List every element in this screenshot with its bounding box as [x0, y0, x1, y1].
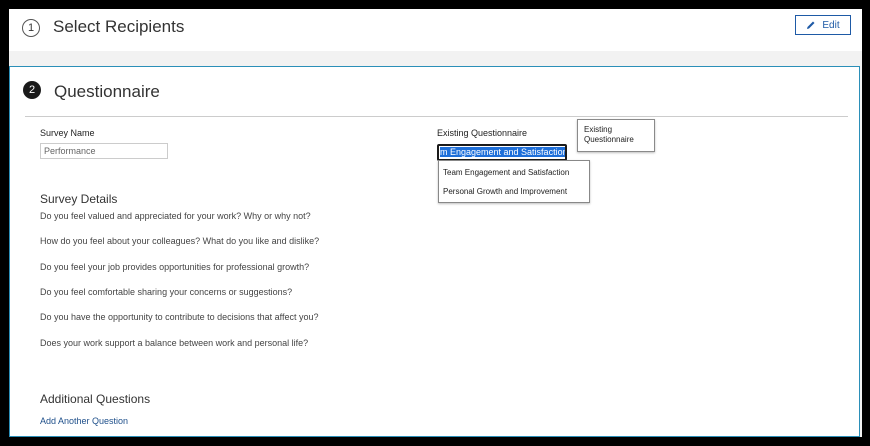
question-1: Do you feel valued and appreciated for y…	[40, 211, 311, 221]
add-another-question-link[interactable]: Add Another Question	[40, 416, 128, 426]
dropdown-option-team[interactable]: Team Engagement and Satisfaction	[443, 168, 569, 177]
edit-button-label: Edit	[822, 19, 840, 31]
tooltip-line-1: Existing	[584, 125, 613, 134]
dropdown-option-personal[interactable]: Personal Growth and Improvement	[443, 187, 567, 196]
additional-questions-title: Additional Questions	[40, 392, 151, 406]
survey-name-input[interactable]	[40, 143, 168, 159]
question-2: How do you feel about your colleagues? W…	[40, 236, 320, 246]
step-questionnaire: 2 Questionnaire Survey Name Existing Que…	[9, 66, 860, 437]
question-3: Do you feel your job provides opportunit…	[40, 262, 310, 272]
step-title-questionnaire: Questionnaire	[54, 82, 160, 101]
tooltip-line-2: Questionnaire	[584, 135, 634, 144]
divider	[25, 116, 848, 117]
app-frame: 1 Select Recipients Edit 2 Questionnaire…	[9, 9, 862, 437]
step-title-recipients: Select Recipients	[53, 17, 185, 36]
pencil-icon	[807, 21, 815, 29]
question-5: Do you have the opportunity to contribut…	[40, 312, 319, 322]
existing-questionnaire-label: Existing Questionnaire	[437, 128, 528, 138]
edit-button[interactable]: Edit	[795, 15, 851, 35]
question-6: Does your work support a balance between…	[40, 338, 309, 348]
step-number-2: 2	[23, 81, 41, 99]
survey-name-label: Survey Name	[40, 128, 95, 138]
questionnaire-dropdown: Team Engagement and Satisfaction Persona…	[438, 160, 590, 203]
survey-details-title: Survey Details	[40, 192, 118, 206]
step-number-1: 1	[22, 19, 40, 37]
existing-questionnaire-tooltip: Existing Questionnaire	[577, 119, 655, 152]
existing-questionnaire-value: m Engagement and Satisfaction	[440, 147, 567, 157]
step-select-recipients: 1 Select Recipients Edit	[9, 9, 862, 51]
existing-questionnaire-select[interactable]: m Engagement and Satisfaction	[437, 144, 567, 161]
question-4: Do you feel comfortable sharing your con…	[40, 287, 293, 297]
